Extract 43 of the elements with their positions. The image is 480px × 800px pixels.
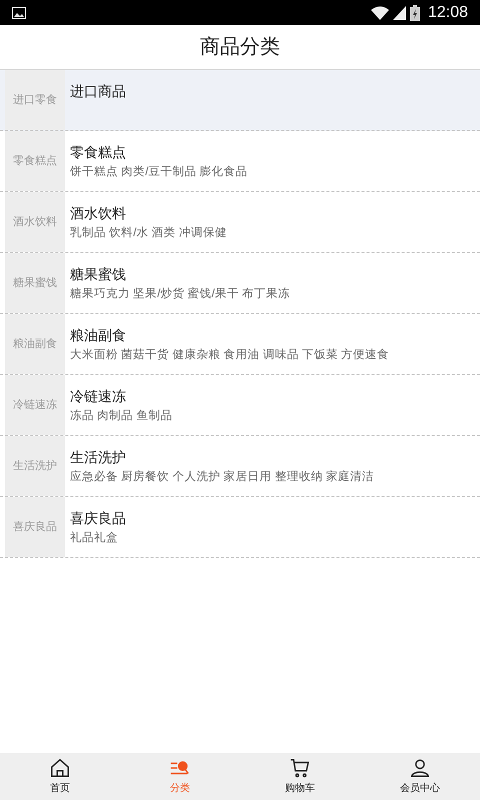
nav-tab[interactable]: 购物车	[240, 753, 360, 800]
category-title: 冷链速冻	[70, 387, 127, 405]
category-title: 进口商品	[70, 82, 126, 100]
side-category-label: 喜庆良品	[13, 520, 57, 535]
battery-icon	[410, 4, 420, 20]
subcategory-list: 大米面粉 菌菇干货 健康杂粮 食用油 调味品 下饭菜 方便速食	[70, 348, 390, 363]
category-row[interactable]: 零食糕点 零食糕点 饼干糕点 肉类/豆干制品 膨化食品	[0, 131, 480, 192]
side-category-label: 进口零食	[13, 92, 57, 108]
side-category-label: 酒水饮料	[13, 214, 57, 230]
category-title: 生活洗护	[70, 448, 127, 466]
subcategory-list: 糖果巧克力 坚果/炒货 蜜饯/果干 布丁果冻	[70, 287, 290, 302]
user-icon	[409, 757, 431, 779]
side-category-label: 粮油副食	[13, 336, 57, 352]
category-row[interactable]: 冷链速冻 冷链速冻 冻品 肉制品 鱼制品	[0, 375, 480, 436]
category-title: 粮油副食	[70, 326, 127, 344]
category-title: 零食糕点	[70, 143, 127, 161]
side-category-label: 零食糕点	[13, 154, 57, 169]
nav-tab[interactable]: 会员中心	[360, 753, 480, 800]
category-row[interactable]: 粮油副食 粮油副食 大米面粉 菌菇干货 健康杂粮 食用油 调味品 下饭菜 方便速食	[0, 314, 480, 375]
category-row[interactable]: 酒水饮料 酒水饮料 乳制品 饮料/水 酒类 冲调保健	[0, 192, 480, 253]
nav-tab[interactable]: 首页	[0, 753, 120, 800]
image-notification-icon	[12, 6, 26, 18]
category-row[interactable]: 进口零食 进口商品	[0, 70, 480, 131]
category-row[interactable]: 糖果蜜饯 糖果蜜饯 糖果巧克力 坚果/炒货 蜜饯/果干 布丁果冻	[0, 253, 480, 314]
subcategory-list: 应急必备 厨房餐饮 个人洗护 家居日用 整理收纳 家庭清洁	[70, 470, 374, 485]
category-row[interactable]: 生活洗护 生活洗护 应急必备 厨房餐饮 个人洗护 家居日用 整理收纳 家庭清洁	[0, 436, 480, 497]
category-row[interactable]: 喜庆良品 喜庆良品 礼品礼盒	[0, 497, 480, 558]
subcategory-list: 饼干糕点 肉类/豆干制品 膨化食品	[70, 165, 248, 180]
category-title: 糖果蜜饯	[70, 265, 127, 283]
subcategory-list: 乳制品 饮料/水 酒类 冲调保健	[70, 226, 227, 241]
subcategory-list: 冻品 肉制品 鱼制品	[70, 409, 172, 424]
signal-icon	[392, 6, 406, 20]
side-category-label: 冷链速冻	[13, 398, 57, 413]
category-title: 酒水饮料	[70, 204, 127, 222]
side-category-label: 生活洗护	[13, 458, 57, 474]
wifi-icon	[370, 6, 389, 20]
side-category-label: 糖果蜜饯	[13, 276, 57, 291]
status-time: 12:08	[428, 2, 468, 22]
category-title: 喜庆良品	[70, 509, 126, 527]
home-icon	[49, 757, 71, 779]
subcategory-list: 礼品礼盒	[70, 531, 126, 546]
page-title: 商品分类	[200, 35, 280, 60]
cart-icon	[289, 757, 311, 779]
